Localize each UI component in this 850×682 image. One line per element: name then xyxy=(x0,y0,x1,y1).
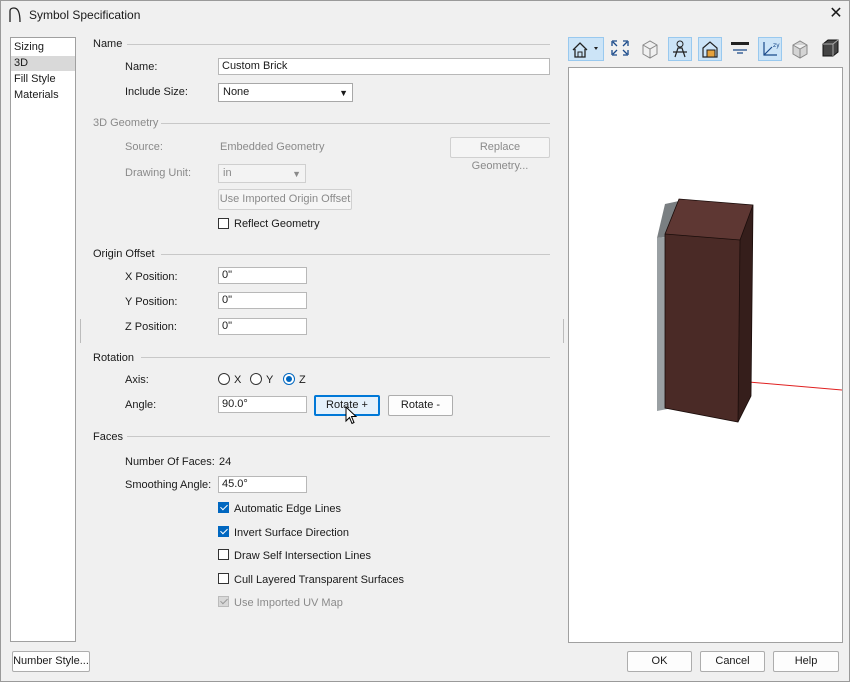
window-title: Symbol Specification xyxy=(29,8,141,22)
use-imported-origin-offset-button[interactable]: Use Imported Origin Offset xyxy=(218,189,352,210)
sidebar-item-materials[interactable]: Materials xyxy=(11,88,75,103)
camera-orbit-icon xyxy=(673,40,687,58)
draw-self-intersection-lines-checkbox[interactable] xyxy=(218,549,229,560)
number-style-button[interactable]: Number Style... xyxy=(12,651,90,672)
wireframe-icon xyxy=(642,40,658,59)
sidebar: Sizing 3D Fill Style Materials xyxy=(10,37,76,642)
cull-layered-transparent-surfaces-label: Cull Layered Transparent Surfaces xyxy=(234,574,404,586)
smoothing-angle-label: Smoothing Angle: xyxy=(125,479,212,491)
axis-x-label: X xyxy=(234,374,242,386)
invert-surface-direction-label: Invert Surface Direction xyxy=(234,527,349,539)
automatic-edge-lines-label: Automatic Edge Lines xyxy=(234,503,342,515)
title-bar: Symbol Specification ✕ xyxy=(1,1,849,29)
invert-surface-direction-checkbox[interactable] xyxy=(218,526,229,537)
glass-icon xyxy=(792,40,808,59)
cull-layered-transparent-surfaces-checkbox[interactable] xyxy=(218,573,229,584)
shaded-view-button[interactable] xyxy=(818,37,842,61)
include-size-label: Include Size: xyxy=(125,86,188,98)
smoothing-angle-input[interactable]: 45.0° xyxy=(218,476,307,493)
axis-z-radio[interactable] xyxy=(283,373,295,385)
sidebar-item-3d[interactable]: 3D xyxy=(11,56,75,71)
axis-x-radio[interactable] xyxy=(218,373,230,385)
fill-window-icon xyxy=(611,40,629,56)
rotate-minus-button[interactable]: Rotate - xyxy=(388,395,453,416)
sidebar-item-sizing[interactable]: Sizing xyxy=(11,40,75,55)
house-view-icon xyxy=(572,42,598,58)
axis-y-label: Y xyxy=(266,374,274,386)
camera-orbit-button[interactable] xyxy=(668,37,692,61)
brick-front-face xyxy=(665,234,740,422)
wireframe-button[interactable] xyxy=(638,37,662,61)
fill-window-button[interactable] xyxy=(608,37,632,61)
3d-preview-viewport[interactable] xyxy=(568,67,843,643)
reflect-geometry-checkbox[interactable] xyxy=(218,218,229,229)
help-button[interactable]: Help xyxy=(773,651,839,672)
number-of-faces-label: Number Of Faces: xyxy=(125,456,215,468)
section-divider xyxy=(127,44,550,45)
drawing-unit-value: in xyxy=(223,167,232,179)
use-imported-uv-map-label: Use Imported UV Map xyxy=(234,597,343,609)
source-value: Embedded Geometry xyxy=(220,141,325,153)
name-label: Name: xyxy=(125,61,158,73)
section-header-faces: Faces xyxy=(93,431,123,443)
reflect-geometry-label: Reflect Geometry xyxy=(234,218,320,230)
x-axis-line xyxy=(736,380,842,391)
drawing-unit-select[interactable]: in ▼ xyxy=(218,164,306,183)
section-divider xyxy=(141,357,550,358)
material-icon xyxy=(702,41,718,58)
brick-top-face xyxy=(665,199,753,240)
chevron-down-icon: ▼ xyxy=(292,169,301,179)
section-icon xyxy=(731,42,749,54)
close-icon[interactable]: ✕ xyxy=(827,6,845,22)
section-divider xyxy=(161,254,550,255)
shaded-icon xyxy=(822,39,839,57)
section-header-origin-offset: Origin Offset xyxy=(93,248,155,260)
axis-label: Axis: xyxy=(125,374,149,386)
splitter-handle-left[interactable] xyxy=(80,319,81,343)
use-imported-uv-map-checkbox[interactable] xyxy=(218,596,229,607)
drawing-unit-label: Drawing Unit: xyxy=(125,167,192,179)
view-type-dropdown-button[interactable] xyxy=(568,37,604,61)
z-position-label: Z Position: xyxy=(125,321,177,333)
replace-geometry-button[interactable]: Replace Geometry... xyxy=(450,137,550,172)
section-divider xyxy=(127,436,550,437)
source-label: Source: xyxy=(125,141,163,153)
sidebar-item-fill-style[interactable]: Fill Style xyxy=(11,72,75,87)
include-size-value: None xyxy=(223,86,250,98)
include-size-select[interactable]: None ▼ xyxy=(218,83,353,102)
z-position-input[interactable]: 0" xyxy=(218,318,307,335)
svg-text:zy: zy xyxy=(773,42,780,49)
section-header-name: Name xyxy=(93,38,123,50)
ok-button[interactable]: OK xyxy=(627,651,692,672)
glass-house-button[interactable] xyxy=(788,37,812,61)
symbol-specification-dialog: Symbol Specification ✕ Sizing 3D Fill St… xyxy=(0,0,850,682)
app-logo-icon xyxy=(9,7,21,23)
y-position-input[interactable]: 0" xyxy=(218,292,307,309)
section-divider xyxy=(161,123,550,124)
x-position-input[interactable]: 0" xyxy=(218,267,307,284)
splitter-handle-right[interactable] xyxy=(563,319,564,343)
axes-toggle-button[interactable]: zy xyxy=(758,37,782,61)
section-header-rotation: Rotation xyxy=(93,352,134,364)
axis-z-label: Z xyxy=(299,374,306,386)
material-view-button[interactable] xyxy=(698,37,722,61)
y-position-label: Y Position: xyxy=(125,296,178,308)
angle-label: Angle: xyxy=(125,399,157,411)
angle-input[interactable]: 90.0° xyxy=(218,396,307,413)
axes-icon: zy xyxy=(763,42,780,56)
name-input[interactable]: Custom Brick xyxy=(218,58,550,75)
automatic-edge-lines-checkbox[interactable] xyxy=(218,502,229,513)
section-header-3d-geometry: 3D Geometry xyxy=(93,117,159,129)
section-view-button[interactable] xyxy=(728,37,752,61)
axis-y-radio[interactable] xyxy=(250,373,262,385)
number-of-faces-value: 24 xyxy=(219,456,232,468)
cancel-button[interactable]: Cancel xyxy=(700,651,765,672)
mouse-cursor-icon xyxy=(345,406,358,425)
chevron-down-icon: ▼ xyxy=(339,88,348,98)
draw-self-intersection-lines-label: Draw Self Intersection Lines xyxy=(234,550,371,562)
brick-3d-model xyxy=(657,198,842,423)
x-position-label: X Position: xyxy=(125,271,178,283)
